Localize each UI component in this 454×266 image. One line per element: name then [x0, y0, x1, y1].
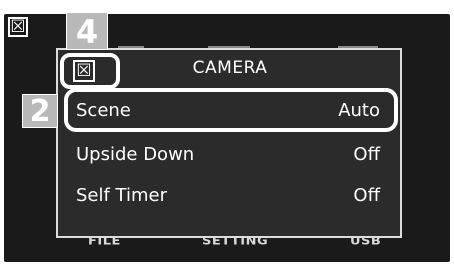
menu-item-value: Off	[353, 185, 380, 206]
menu-item-value: Off	[353, 144, 380, 165]
corner-close-icon[interactable]: ☒	[8, 17, 28, 37]
callout-number-2: 2	[22, 94, 58, 129]
menu-item-label: Self Timer	[76, 185, 168, 206]
menu-item-scene[interactable]: Scene Auto	[76, 93, 380, 129]
menu-item-label: Upside Down	[76, 144, 195, 165]
menu-item-upside-down[interactable]: Upside Down Off	[76, 137, 380, 173]
dialog-title: CAMERA	[192, 58, 268, 78]
callout-number-4: 4	[66, 12, 108, 51]
menu-item-self-timer[interactable]: Self Timer Off	[76, 178, 380, 214]
menu-item-value: Auto	[338, 100, 380, 121]
menu-item-label: Scene	[76, 100, 131, 121]
dialog-close-icon[interactable]: ☒	[73, 60, 95, 82]
